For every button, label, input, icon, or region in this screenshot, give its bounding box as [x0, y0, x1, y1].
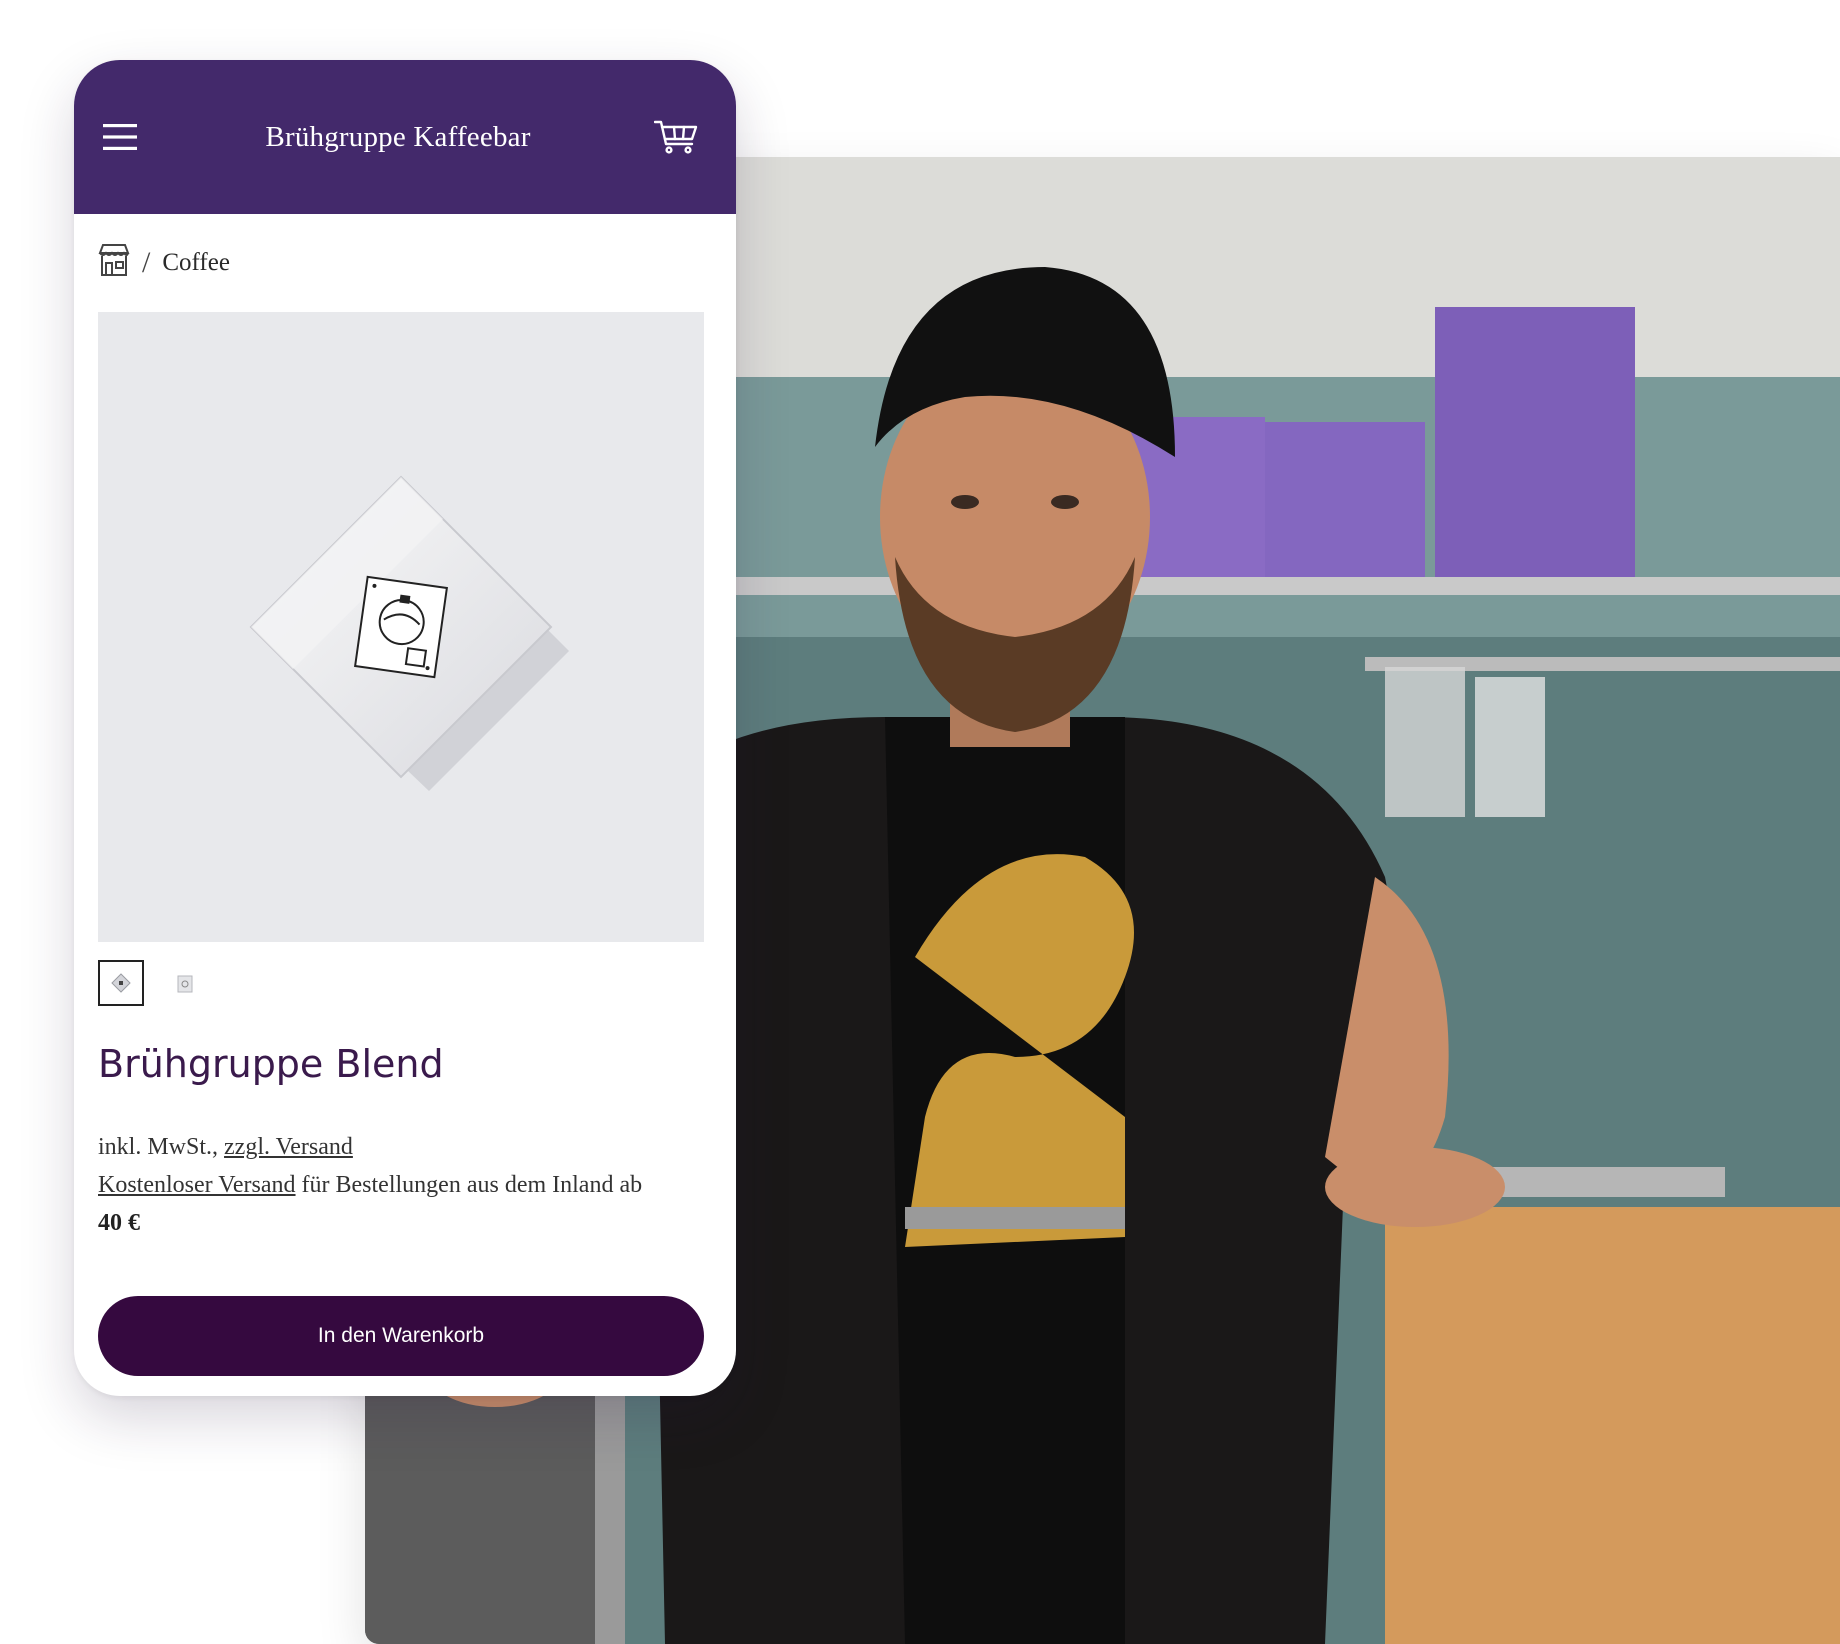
breadcrumb-current[interactable]: Coffee — [162, 249, 230, 277]
free-shipping-text: für Bestellungen aus dem Inland ab — [295, 1172, 643, 1198]
tax-text: inkl. MwSt., — [98, 1134, 225, 1160]
thumbnail-strip — [74, 942, 736, 1006]
free-shipping-link[interactable]: Kostenloser Versand — [98, 1172, 296, 1198]
storefront-icon[interactable] — [98, 243, 130, 284]
product-main-image[interactable] — [98, 312, 704, 942]
shipping-link[interactable]: zzgl. Versand — [224, 1134, 353, 1160]
coffee-bag-alt-thumbnail[interactable] — [162, 960, 208, 1006]
coffee-bag-thumbnail[interactable] — [98, 960, 144, 1006]
free-shipping-threshold: 40 € — [98, 1210, 140, 1236]
product-title: Brühgruppe Blend — [98, 1042, 444, 1086]
breadcrumb-separator: / — [142, 246, 151, 279]
app-header: Brühgruppe Kaffeebar — [74, 60, 736, 214]
coffee-bag-image — [249, 475, 569, 791]
breadcrumb: / Coffee — [74, 214, 736, 312]
mobile-shop-card: Brühgruppe Kaffeebar / Coffee Brühgruppe… — [74, 60, 736, 1396]
shopping-cart-icon[interactable] — [654, 115, 698, 159]
hamburger-menu-icon[interactable] — [98, 115, 142, 159]
shop-title[interactable]: Brühgruppe Kaffeebar — [265, 121, 530, 154]
add-to-cart-button[interactable]: In den Warenkorb — [98, 1296, 704, 1376]
product-shipping-info: inkl. MwSt., zzgl. Versand Kostenloser V… — [98, 1128, 712, 1242]
